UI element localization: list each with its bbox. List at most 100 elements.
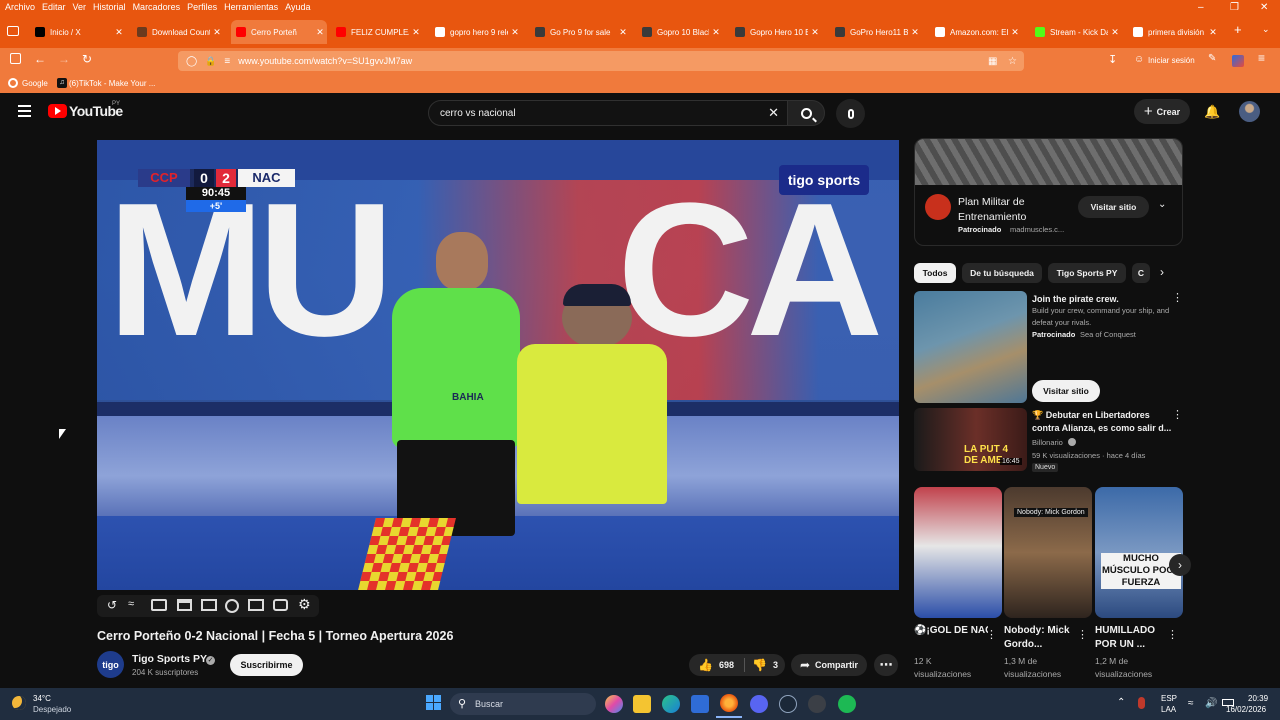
app-menu-icon[interactable]: ≡ — [1258, 51, 1265, 65]
reader-view-icon[interactable]: ▦ — [988, 56, 997, 67]
menu-editar[interactable]: Editar — [42, 2, 66, 12]
close-tab-icon[interactable]: ✕ — [409, 27, 423, 38]
language-code[interactable]: ESP — [1161, 694, 1177, 703]
like-icon[interactable]: 👍 — [698, 658, 713, 672]
tab-6[interactable]: Go Pro 9 for sale ✕ — [530, 20, 630, 44]
rec-video-more-icon[interactable]: ⋮ — [1172, 408, 1183, 421]
create-button[interactable]: + Crear — [1134, 99, 1190, 124]
search-query[interactable]: cerro vs nacional — [440, 108, 516, 119]
account-icon[interactable]: ☺ — [1134, 54, 1144, 65]
tab-5[interactable]: gopro hero 9 rele ✕ — [430, 20, 522, 44]
avatar[interactable] — [1239, 101, 1260, 122]
edge-icon[interactable] — [662, 695, 680, 713]
audio-mode-icon[interactable]: ≈ — [128, 598, 134, 610]
sponsored-ad-card[interactable]: Plan Militar de Entrenamiento Patrocinad… — [914, 138, 1183, 246]
weather-desc[interactable]: Despejado — [33, 705, 71, 714]
bookmark-google[interactable]: Google — [22, 79, 48, 88]
rec-ad-title[interactable]: Join the pirate crew. — [1032, 292, 1119, 306]
downloads-icon[interactable]: ↧ — [1108, 53, 1117, 66]
short-thumbnail-1[interactable] — [914, 487, 1002, 618]
youtube-logo-icon[interactable] — [48, 104, 67, 118]
menu-marcadores[interactable]: Marcadores — [133, 2, 181, 12]
windows-start-icon[interactable] — [426, 695, 441, 710]
address-bar[interactable]: ◯ 🔒 ≡ www.youtube.com/watch?v=SU1gvvJM7a… — [178, 51, 1024, 71]
gaming-app-icon[interactable] — [808, 695, 826, 713]
menu-herramientas[interactable]: Herramientas — [224, 2, 278, 12]
wifi-icon[interactable]: ≈ — [1188, 698, 1194, 709]
close-tab-icon[interactable]: ✕ — [1206, 27, 1220, 38]
tab-12[interactable]: primera división ✕ — [1128, 20, 1220, 44]
like-count[interactable]: 698 — [719, 660, 734, 670]
spotify-icon[interactable] — [838, 695, 856, 713]
extensions-icon[interactable]: ✎ — [1208, 53, 1216, 64]
menu-archivo[interactable]: Archivo — [5, 2, 35, 12]
short-title-2[interactable]: Nobody: Mick Gordo... — [1004, 624, 1076, 652]
menu-ayuda[interactable]: Ayuda — [285, 2, 310, 12]
tab-4[interactable]: FELIZ CUMPLEAÑ✕ — [331, 20, 423, 44]
discord-icon[interactable] — [750, 695, 768, 713]
steam-icon[interactable] — [779, 695, 797, 713]
ad-expand-chevron-icon[interactable]: ⌄ — [1158, 199, 1166, 210]
reload-icon[interactable]: ↻ — [82, 52, 92, 66]
close-tab-icon[interactable]: ✕ — [1108, 27, 1122, 38]
firefox-icon[interactable] — [720, 694, 738, 712]
menu-ver[interactable]: Ver — [73, 2, 87, 12]
close-tab-icon[interactable]: ✕ — [508, 27, 522, 38]
chip-more[interactable]: C — [1132, 263, 1150, 283]
menu-historial[interactable]: Historial — [93, 2, 126, 12]
rec-ad-thumbnail[interactable] — [914, 291, 1027, 403]
bookmark-star-icon[interactable]: ☆ — [1008, 56, 1017, 67]
ad-visit-button[interactable]: Visitar sitio — [1078, 196, 1149, 218]
minimize-icon[interactable]: – — [1198, 2, 1204, 13]
tab-2[interactable]: Download Count ✕ — [132, 20, 224, 44]
volume-icon[interactable]: 🔊 — [1205, 698, 1217, 709]
outlook-icon[interactable] — [691, 695, 709, 713]
chip-from-search[interactable]: De tu búsqueda — [962, 263, 1042, 283]
close-tab-icon[interactable]: ✕ — [709, 27, 723, 38]
short-title-3[interactable]: HUMILLADO POR UN ... — [1095, 624, 1167, 652]
search-input[interactable]: cerro vs nacional ✕ — [428, 100, 788, 126]
sidebar-toggle-icon[interactable] — [10, 53, 21, 64]
dislike-count[interactable]: 3 — [773, 660, 778, 670]
chip-all[interactable]: Todos — [914, 263, 956, 283]
short-thumbnail-2[interactable]: Nobody: Mick Gordon — [1004, 487, 1092, 618]
shield-icon[interactable]: ◯ — [186, 56, 197, 67]
search-button[interactable] — [787, 100, 825, 126]
rec-video-title[interactable]: 🏆 Debutar en Libertadores contra Alianza… — [1032, 409, 1172, 435]
tab-11[interactable]: Stream - Kick Da ✕ — [1030, 20, 1122, 44]
speed-icon[interactable] — [225, 599, 239, 613]
video-player[interactable]: MU CA BAHIA CCP 0 2 NAC 90:45 +5' tigo s… — [97, 140, 899, 590]
short-more-icon-1[interactable]: ⋮ — [986, 628, 997, 641]
url-text[interactable]: www.youtube.com/watch?v=SU1gvvJM7aw — [238, 56, 412, 66]
keyboard-layout[interactable]: LAA — [1161, 705, 1176, 714]
rec-video-channel[interactable]: Billonario — [1032, 436, 1063, 449]
menu-perfiles[interactable]: Perfiles — [187, 2, 217, 12]
signin-label[interactable]: Iniciar sesión — [1148, 56, 1195, 65]
tab-1[interactable]: Inicio / X ✕ — [30, 20, 126, 44]
tray-app-icon[interactable] — [1138, 697, 1145, 709]
clock-time[interactable]: 20:39 — [1248, 694, 1268, 703]
chip-channel[interactable]: Tigo Sports PY — [1048, 263, 1126, 283]
short-title-1[interactable]: ⚽¡GOL DE NACIONAL!... — [914, 624, 988, 638]
theater-mode-icon[interactable] — [201, 599, 217, 611]
tab-9[interactable]: GoPro Hero11 Bl ✕ — [830, 20, 922, 44]
close-tab-icon[interactable]: ✕ — [112, 27, 126, 38]
back-icon[interactable]: ← — [34, 52, 46, 66]
subscribe-button[interactable]: Suscribirme — [230, 654, 303, 676]
guide-menu-icon[interactable] — [18, 105, 31, 117]
voice-search-button[interactable] — [836, 99, 865, 128]
more-actions-button[interactable]: ⋯ — [874, 654, 898, 676]
clear-search-icon[interactable]: ✕ — [768, 105, 779, 121]
tray-chevron-icon[interactable]: ⌃ — [1117, 697, 1125, 708]
rec-ad-visit-button[interactable]: Visitar sitio — [1032, 380, 1100, 402]
gear-icon[interactable]: ⚙ — [298, 596, 311, 613]
tab-list-chevron-icon[interactable]: ⌄ — [1262, 24, 1270, 35]
tab-8[interactable]: Gopro Hero 10 Bl ✕ — [730, 20, 822, 44]
close-tab-icon[interactable]: ✕ — [616, 27, 630, 38]
rec-video-thumbnail[interactable]: LA PUT 4 DE AME 16:45 — [914, 408, 1027, 471]
copilot-icon[interactable] — [605, 695, 623, 713]
weather-moon-icon[interactable] — [12, 696, 26, 710]
close-tab-icon[interactable]: ✕ — [908, 27, 922, 38]
extension-translate-icon[interactable] — [1232, 55, 1244, 67]
short-more-icon-3[interactable]: ⋮ — [1167, 628, 1178, 641]
